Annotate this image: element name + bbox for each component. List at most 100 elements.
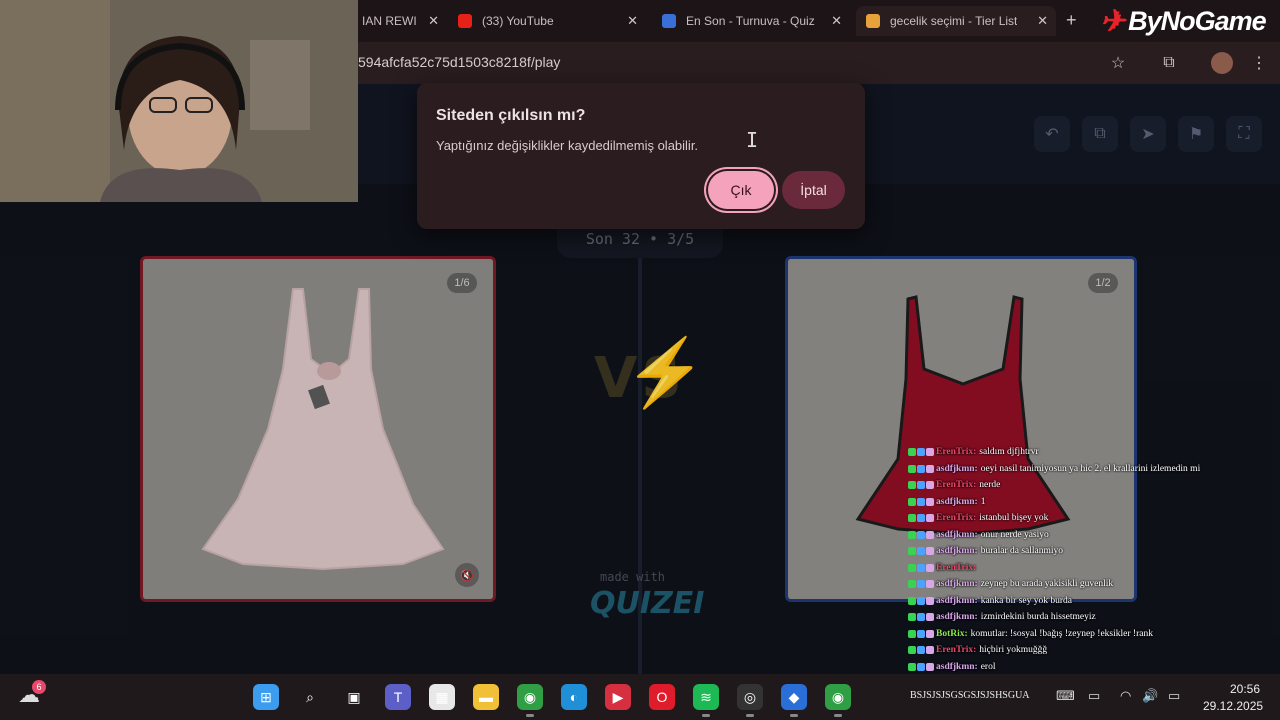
badge-icon [917, 646, 925, 655]
badge-icon [908, 613, 916, 622]
chat-message: asdfjkmn: buralar da sallanmiyo [908, 543, 1238, 560]
chat-username[interactable]: asdfjkmn: [936, 612, 978, 622]
profile-avatar[interactable] [1211, 52, 1233, 74]
webcam-overlay [0, 0, 358, 202]
badge-icon [926, 596, 934, 605]
dialog-message: Yaptığınız değişiklikler kaydedilmemiş o… [436, 138, 699, 153]
close-tab-icon[interactable]: ✕ [1037, 13, 1048, 29]
badge-icon [908, 530, 916, 539]
chat-badges [908, 514, 934, 523]
chat-username[interactable]: asdfjkmn: [936, 530, 978, 540]
chrome-active-icon[interactable]: ◉ [825, 684, 851, 710]
chat-username[interactable]: ErenTrix: [936, 513, 976, 523]
chat-badges [908, 481, 934, 490]
chat-text: onur nerde yasiyo [980, 529, 1049, 540]
badge-icon [926, 613, 934, 622]
chat-username[interactable]: asdfjkmn: [936, 596, 978, 606]
teams-icon[interactable]: T [385, 684, 411, 710]
close-tab-icon[interactable]: ✕ [428, 13, 439, 29]
star-icon[interactable]: ☆ [1107, 52, 1129, 74]
badge-icon [926, 547, 934, 556]
brand-logo: ✈ ByNoGame [1100, 2, 1267, 40]
tab-quiz[interactable]: En Son - Turnuva - Quiz ✕ [652, 6, 850, 36]
cancel-button[interactable]: İptal [782, 171, 845, 209]
chat-username[interactable]: asdfjkmn: [936, 497, 978, 507]
media-player-icon[interactable]: ▶ [605, 684, 631, 710]
chat-username[interactable]: ErenTrix: [936, 563, 976, 573]
chat-text: kanka bir sey yok burda [980, 595, 1072, 606]
chat-badges [908, 662, 934, 671]
start-icon[interactable]: ⊞ [253, 684, 279, 710]
badge-icon [908, 580, 916, 589]
running-indicator [834, 714, 842, 717]
leave-button[interactable]: Çık [708, 171, 774, 209]
chat-message: ErenTrix: hiçbiri yokmuğğğ [908, 642, 1238, 659]
running-indicator [790, 714, 798, 717]
tab-title: (33) YouTube [482, 14, 554, 28]
close-tab-icon[interactable]: ✕ [627, 13, 638, 29]
obs-icon[interactable]: ◎ [737, 684, 763, 710]
badge-icon [908, 596, 916, 605]
badge-icon [917, 497, 925, 506]
keyboard-icon[interactable]: ⌨ [1056, 688, 1075, 704]
chat-username[interactable]: ErenTrix: [936, 447, 976, 457]
battery-icon[interactable]: ▭ [1168, 688, 1180, 704]
app-icon[interactable]: ◆ [781, 684, 807, 710]
store-icon[interactable]: ▦ [429, 684, 455, 710]
edge-icon[interactable]: ◐ [561, 684, 587, 710]
chat-username[interactable]: ErenTrix: [936, 480, 976, 490]
badge-icon [917, 563, 925, 572]
badge-icon [917, 662, 925, 671]
url-field[interactable]: 594afcfa52c75d1503c8218f/play [358, 54, 560, 70]
badge-icon [926, 448, 934, 457]
webcam-image [0, 0, 358, 202]
badge-icon [908, 514, 916, 523]
tab-tier-list[interactable]: gecelik seçimi - Tier List ✕ [856, 6, 1056, 36]
display-icon[interactable]: ▭ [1088, 688, 1100, 704]
close-tab-icon[interactable]: ✕ [831, 13, 842, 29]
badge-icon [908, 662, 916, 671]
quiz-icon [662, 14, 676, 28]
tab-ian-rewi[interactable]: IAN REWI ✕ [352, 6, 447, 36]
search-icon[interactable]: ⌕ [297, 684, 323, 710]
badge-icon [917, 613, 925, 622]
badge-icon [926, 481, 934, 490]
chat-text: erol [980, 661, 996, 672]
badge-icon [917, 514, 925, 523]
chat-username[interactable]: asdfjkmn: [936, 546, 978, 556]
chat-text: oeyi nasil tanimiyosun ya hic 2. el kral… [980, 463, 1201, 474]
clock-time[interactable]: 20:56 [1230, 682, 1260, 696]
tier-list-icon [866, 14, 880, 28]
new-tab-button[interactable]: + [1066, 10, 1077, 31]
volume-icon[interactable]: 🔊 [1142, 688, 1158, 704]
chat-username[interactable]: ErenTrix: [936, 645, 976, 655]
tray-text: BSJSJSJSGSGSJSJSHSGUA [910, 690, 1030, 701]
chat-text: buralar da sallanmiyo [980, 546, 1064, 557]
chat-text: izmirdekini burda hissetmeyiz [980, 612, 1096, 623]
chat-badges [908, 596, 934, 605]
chat-username[interactable]: asdfjkmn: [936, 579, 978, 589]
task-view-icon[interactable]: ▣ [341, 684, 367, 710]
chat-badges [908, 464, 934, 473]
badge-icon [926, 646, 934, 655]
badge-icon [926, 629, 934, 638]
opera-icon[interactable]: O [649, 684, 675, 710]
tab-youtube[interactable]: (33) YouTube ✕ [448, 6, 646, 36]
clock-date[interactable]: 29.12.2025 [1203, 699, 1263, 713]
chrome-icon[interactable]: ◉ [517, 684, 543, 710]
wifi-icon[interactable]: ◠ [1120, 688, 1131, 704]
badge-icon [917, 464, 925, 473]
chat-badges [908, 547, 934, 556]
chat-username[interactable]: asdfjkmn: [936, 662, 978, 672]
chat-text: saldım djfjhtrvr [979, 447, 1039, 458]
badge-icon [908, 563, 916, 572]
spotify-icon[interactable]: ≋ [693, 684, 719, 710]
extensions-icon[interactable]: ⧉ [1158, 52, 1180, 74]
badge-icon [926, 662, 934, 671]
explorer-icon[interactable]: ▬ [473, 684, 499, 710]
menu-icon[interactable]: ⋮ [1248, 52, 1270, 74]
chat-username[interactable]: BotRix: [936, 629, 968, 639]
chat-text: komutlar: !sosyal !bağış !zeynep !eksikl… [970, 628, 1153, 639]
chat-badges [908, 530, 934, 539]
chat-username[interactable]: asdfjkmn: [936, 464, 978, 474]
